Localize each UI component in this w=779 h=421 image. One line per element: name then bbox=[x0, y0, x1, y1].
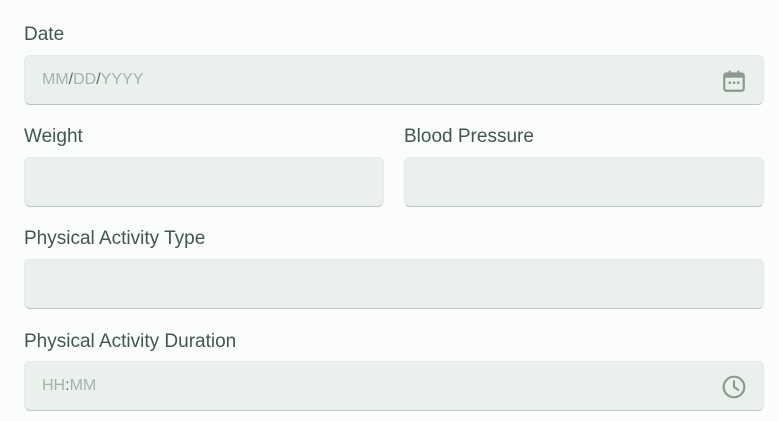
date-field[interactable]: MM/DD/YYYY bbox=[24, 55, 764, 105]
activity-type-field[interactable] bbox=[24, 259, 764, 309]
clock-icon[interactable] bbox=[721, 374, 747, 400]
activity-duration-placeholder: HH:MM bbox=[42, 377, 97, 394]
activity-type-label: Physical Activity Type bbox=[24, 228, 206, 249]
activity-duration-label: Physical Activity Duration bbox=[24, 331, 237, 352]
date-label: Date bbox=[24, 24, 65, 45]
weight-field[interactable] bbox=[24, 157, 384, 207]
date-placeholder: MM/DD/YYYY bbox=[42, 71, 144, 88]
blood-pressure-label: Blood Pressure bbox=[404, 126, 534, 147]
blood-pressure-field[interactable] bbox=[404, 157, 764, 207]
weight-label: Weight bbox=[24, 126, 83, 147]
calendar-icon[interactable] bbox=[721, 68, 747, 94]
activity-duration-field[interactable]: HH:MM bbox=[24, 361, 764, 411]
